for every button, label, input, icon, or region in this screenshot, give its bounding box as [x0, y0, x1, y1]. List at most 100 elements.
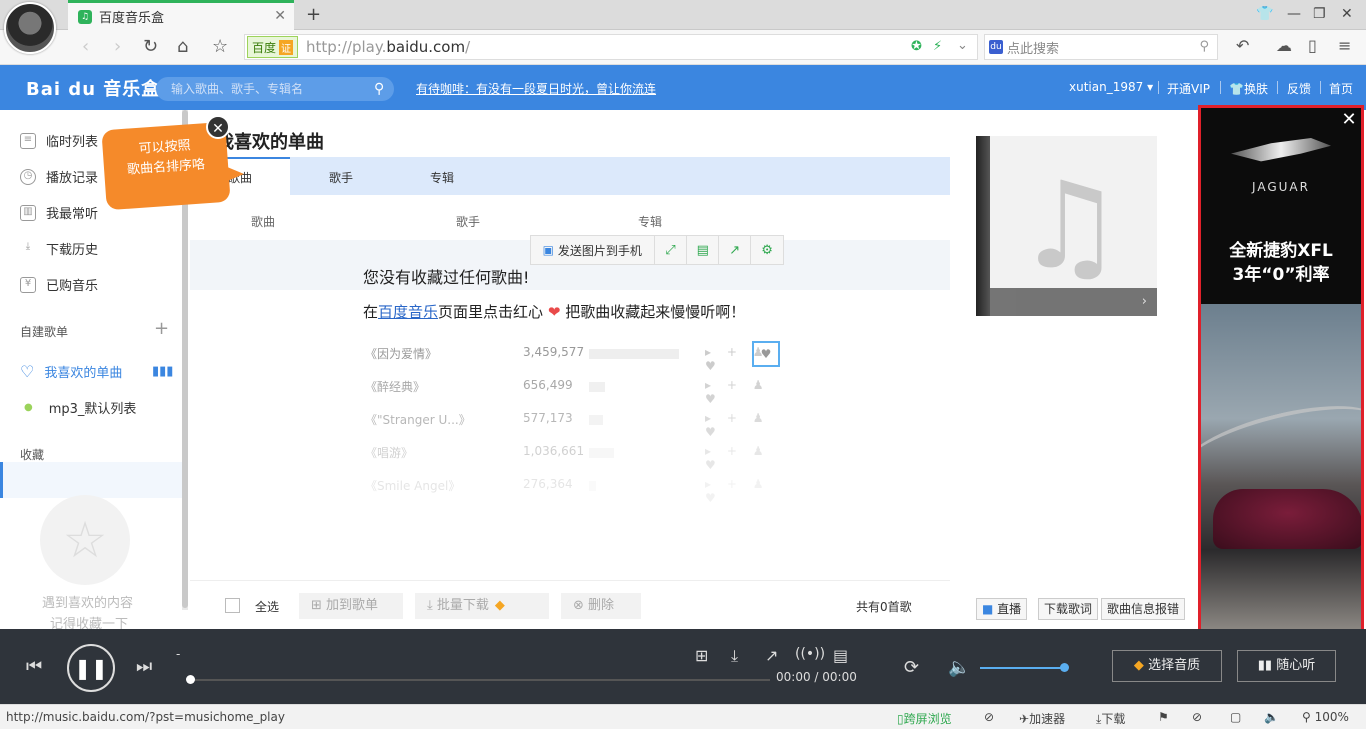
flag-icon[interactable]: ⚑: [1158, 710, 1169, 724]
column-singer[interactable]: 歌手: [456, 213, 480, 230]
sidebar-item-download-history[interactable]: ⤓ 下载历史: [20, 239, 98, 259]
promo-link[interactable]: 有待咖啡：有没有一段夏日时光，曾让你流连: [416, 80, 656, 97]
home-link[interactable]: 首页: [1329, 80, 1353, 97]
baidu-music-link[interactable]: 百度音乐: [378, 303, 438, 321]
sidebar-item-purchased[interactable]: ¥ 已购音乐: [20, 275, 98, 294]
cross-screen-button[interactable]: ▯跨屏浏览: [897, 710, 952, 727]
download-button[interactable]: ⤓下载: [1096, 710, 1125, 727]
dropdown-icon[interactable]: ⌄: [957, 38, 968, 53]
tab-close-icon[interactable]: ✕: [274, 8, 286, 24]
speaker-icon[interactable]: 🔈: [1264, 710, 1279, 724]
window-icon[interactable]: ▢: [1230, 710, 1241, 724]
next-track-icon[interactable]: ⏭: [136, 656, 152, 677]
ad-close-icon[interactable]: ✕: [1340, 111, 1358, 129]
volume-handle[interactable]: [1060, 663, 1069, 672]
sidebar-item-temp-list[interactable]: ≡ 临时列表: [20, 131, 98, 150]
batch-download-button[interactable]: ⤓ 批量下载 ◆: [415, 593, 549, 619]
save-icon[interactable]: ▤: [687, 236, 720, 264]
globe-icon[interactable]: ⊘: [984, 710, 994, 724]
accelerator-button[interactable]: ✈加速器: [1019, 710, 1065, 727]
vip-link[interactable]: 开通VIP: [1167, 80, 1210, 97]
yen-icon: ¥: [20, 276, 36, 293]
lyrics-icon[interactable]: ▤: [833, 646, 848, 665]
settings-icon[interactable]: ⚙: [751, 236, 783, 264]
column-album[interactable]: 专辑: [638, 213, 662, 230]
progress-track[interactable]: [190, 679, 770, 681]
tab-strip: [190, 157, 950, 195]
shirt-icon[interactable]: 👕: [1256, 6, 1273, 22]
share-icon[interactable]: ↗: [765, 646, 778, 665]
tooltip-close-icon[interactable]: ✕: [206, 115, 230, 139]
browser-search-box[interactable]: du 点此搜索 ⚲: [984, 34, 1218, 60]
row-action-icons: ▸ + ♟ ♥: [705, 411, 770, 439]
add-to-list-icon[interactable]: ⊞: [695, 646, 708, 665]
add-to-playlist-button[interactable]: ⊞ 加到歌单: [299, 593, 403, 619]
progress-handle[interactable]: [186, 675, 195, 684]
baidu-music-logo[interactable]: Bai du 音乐盒: [26, 75, 160, 101]
feedback-link[interactable]: 反馈: [1287, 80, 1311, 97]
heart-highlight-icon[interactable]: ♥: [752, 341, 780, 367]
share-icon[interactable]: ↗: [719, 236, 752, 264]
example-song-count: 276,364: [523, 477, 573, 491]
pause-button[interactable]: ❚❚: [67, 644, 115, 692]
radio-icon[interactable]: ((•)): [795, 646, 825, 662]
jaguar-ad[interactable]: JAGUAR 全新捷豹XFL 3年“0”利率 ✕: [1198, 105, 1364, 635]
address-bar[interactable]: 百度证 http://play.baidu.com/ ✪ ⚡ ⌄: [244, 34, 978, 60]
send-to-phone-button[interactable]: ▣ 发送图片到手机: [531, 236, 655, 264]
headphones-icon: ♫: [78, 9, 92, 24]
select-quality-button[interactable]: ◆ 选择音质: [1112, 650, 1222, 682]
prev-track-icon[interactable]: ⏮: [26, 656, 42, 677]
column-song[interactable]: 歌曲: [251, 213, 275, 230]
new-tab-button[interactable]: +: [306, 4, 321, 25]
search-icon[interactable]: ⚲: [1199, 39, 1209, 54]
fullscreen-icon[interactable]: ⤢: [655, 236, 688, 264]
url-text[interactable]: http://play.baidu.com/: [306, 38, 470, 56]
close-window-icon[interactable]: ✕: [1341, 6, 1353, 22]
sidebar-item-default-list[interactable]: ● mp3_默认列表: [20, 398, 136, 417]
lightning-icon[interactable]: ⚡: [933, 39, 942, 54]
download-icon[interactable]: ⤓: [731, 646, 738, 666]
tab-singers[interactable]: 歌手: [329, 169, 353, 186]
delete-button[interactable]: ⊗ 删除: [561, 593, 641, 619]
restore-icon[interactable]: ❐: [1313, 6, 1326, 22]
select-all-checkbox[interactable]: [225, 598, 240, 613]
tab-baidu-music[interactable]: ♫ 百度音乐盒 ✕: [68, 0, 294, 30]
add-playlist-icon[interactable]: +: [154, 318, 169, 339]
zoom-control[interactable]: ⚲ 100%: [1302, 710, 1349, 724]
divider: [1320, 81, 1321, 94]
forward-icon[interactable]: ›: [114, 36, 121, 57]
example-song-count: 1,036,661: [523, 444, 585, 458]
volume-track[interactable]: [980, 667, 1065, 669]
minimize-icon[interactable]: —: [1287, 6, 1301, 22]
back-icon[interactable]: ‹: [82, 36, 89, 57]
cert-badge[interactable]: 百度证: [247, 36, 299, 58]
undo-icon[interactable]: ↶: [1236, 36, 1249, 55]
example-song-name: 《因为爱情》: [365, 347, 438, 361]
translate-icon[interactable]: ⊘: [1192, 710, 1202, 724]
reload-icon[interactable]: ↻: [143, 36, 158, 57]
search-icon[interactable]: ⚲: [374, 81, 384, 97]
cloud-icon[interactable]: ☁: [1276, 36, 1292, 55]
tab-albums[interactable]: 专辑: [430, 169, 454, 186]
sidebar-item-history[interactable]: ◷ 播放记录: [20, 167, 98, 186]
username-menu[interactable]: xutian_1987 ▾: [1069, 80, 1153, 94]
user-avatar[interactable]: [4, 2, 56, 54]
skin-link[interactable]: 👕换肤: [1229, 80, 1268, 97]
random-listen-button[interactable]: ▮▮ 随心听: [1237, 650, 1336, 682]
menu-icon[interactable]: ≡: [1338, 36, 1351, 55]
download-lyrics-button[interactable]: 下载歌词: [1038, 598, 1099, 620]
status-bar: http://music.baidu.com/?pst=musichome_pl…: [0, 704, 1366, 729]
song-search-input[interactable]: 输入歌曲、歌手、专辑名: [156, 77, 394, 101]
home-icon[interactable]: ⌂: [177, 36, 188, 57]
cover-next-icon[interactable]: ›: [990, 288, 1157, 316]
volume-icon[interactable]: 🔈: [948, 657, 970, 678]
select-all-label: 全选: [255, 600, 280, 614]
repeat-icon[interactable]: ⟳: [904, 657, 919, 678]
sidebar-item-liked-songs[interactable]: ♡ 我喜欢的单曲 ▮▮▮: [20, 362, 173, 381]
refresh-circle-icon[interactable]: ✪: [911, 39, 922, 54]
report-error-button[interactable]: 歌曲信息报错: [1101, 598, 1186, 620]
live-button[interactable]: ■ 直播: [976, 598, 1028, 620]
phone-icon[interactable]: ▯: [1308, 36, 1317, 55]
star-icon[interactable]: ☆: [212, 36, 228, 57]
sidebar-item-most-played[interactable]: ▥ 我最常听: [20, 203, 98, 222]
